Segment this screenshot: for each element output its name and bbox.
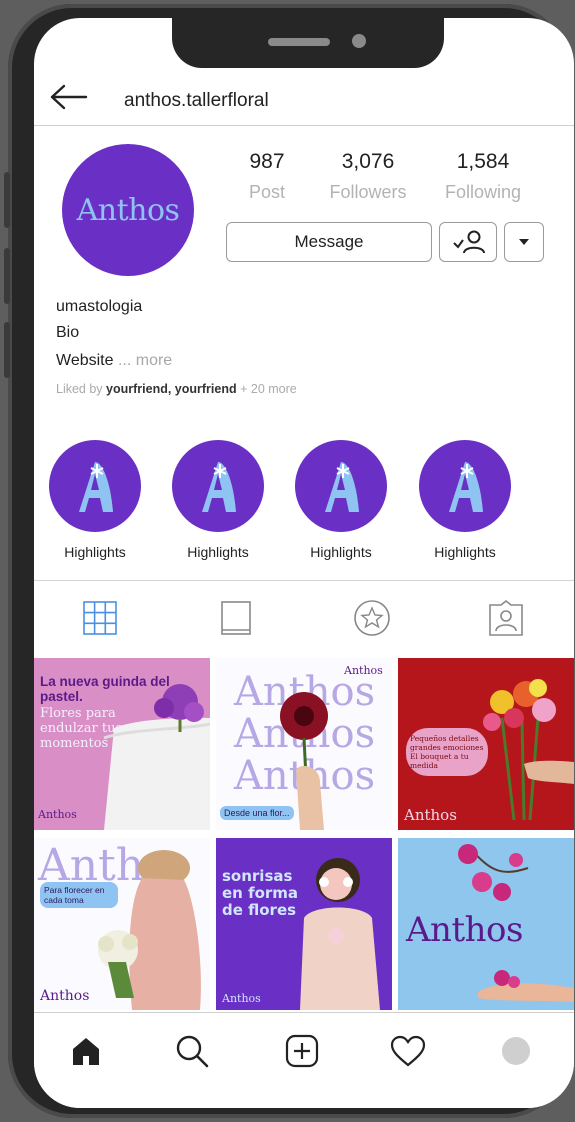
follow-status-button[interactable]	[439, 222, 497, 262]
tab-tagged[interactable]	[486, 598, 526, 638]
highlight-item[interactable]: Highlights	[286, 440, 396, 560]
profile-icon	[502, 1037, 530, 1065]
anthos-logo-icon	[449, 462, 483, 512]
post-tile[interactable]: La nueva guinda del pastel. Flores para …	[34, 658, 210, 830]
stat-following[interactable]: 1,584 Following	[428, 150, 538, 203]
section-divider	[34, 580, 574, 581]
side-button	[4, 172, 10, 228]
stat-value: 987	[249, 150, 285, 173]
liked-by-row: Liked by yourfriend, yourfriend + 20 mor…	[56, 382, 297, 396]
flower-in-hand-illustration	[280, 692, 328, 830]
stat-posts[interactable]: 987 Post	[212, 150, 322, 203]
liked-users[interactable]: yourfriend, yourfriend	[106, 382, 237, 396]
highlight-label: Highlights	[434, 544, 496, 560]
speaker	[268, 38, 330, 46]
stat-label: Followers	[329, 182, 407, 202]
stat-followers[interactable]: 3,076 Followers	[313, 150, 423, 203]
side-button	[4, 248, 10, 304]
heart-icon	[390, 1035, 426, 1067]
smiling-woman-illustration	[300, 858, 380, 1010]
nav-create[interactable]	[282, 1031, 322, 1071]
highlight-circle	[295, 440, 387, 532]
tagged-icon	[489, 599, 523, 636]
nav-profile[interactable]	[496, 1031, 536, 1071]
tab-grid[interactable]	[80, 598, 120, 638]
highlight-label: Highlights	[64, 544, 126, 560]
tab-favorites[interactable]	[352, 598, 392, 638]
grid-icon	[83, 601, 117, 635]
post-caption: Desde una flor...	[220, 806, 294, 820]
post-tile[interactable]: Anthos	[398, 838, 574, 1010]
stat-label: Following	[444, 182, 522, 202]
highlight-item[interactable]: Highlights	[163, 440, 273, 560]
home-icon	[73, 1038, 99, 1065]
post-brand: Anthos	[40, 988, 90, 1004]
post-caption: Pequeños detalles grandes emociones El b…	[406, 728, 488, 776]
chevron-down-icon	[519, 239, 529, 245]
phone-frame: anthos.tallerfloral Anthos 987 Post 3,07…	[4, 4, 574, 1118]
highlight-item[interactable]: Highlights	[410, 440, 520, 560]
nav-home[interactable]	[66, 1031, 106, 1071]
tab-reels[interactable]	[216, 598, 256, 638]
camera	[352, 34, 366, 48]
notch	[172, 18, 444, 68]
woman-with-flowers-illustration	[98, 850, 201, 1010]
website-link[interactable]: Website	[56, 352, 114, 369]
highlight-circle	[172, 440, 264, 532]
side-button	[4, 322, 10, 378]
post-headline: La nueva guinda del pastel.	[40, 674, 170, 704]
anthos-logo-icon	[202, 462, 236, 512]
profile-avatar[interactable]: Anthos	[62, 144, 194, 276]
profile-bio: Bio	[56, 324, 80, 341]
nav-search[interactable]	[172, 1031, 212, 1071]
stat-label: Post	[248, 182, 286, 202]
followed-user-icon	[453, 230, 485, 254]
post-brand: Anthos	[406, 910, 523, 950]
reels-icon	[221, 601, 251, 635]
back-arrow-icon[interactable]	[48, 82, 88, 112]
post-brand: Anthos	[222, 992, 261, 1005]
post-tile[interactable]: Anth Para florecer en cada toma Anthos	[34, 838, 210, 1010]
anthos-logo-icon	[325, 462, 359, 512]
highlight-label: Highlights	[310, 544, 372, 560]
highlight-circle	[419, 440, 511, 532]
star-icon	[354, 600, 390, 636]
stat-value: 3,076	[341, 150, 395, 173]
post-brand: Anthos	[38, 808, 77, 821]
post-caption: sonrisas en forma de flores	[222, 867, 299, 919]
post-tile[interactable]: Pequeños detalles grandes emociones El b…	[398, 658, 574, 830]
search-icon	[176, 1035, 209, 1068]
avatar-brand-text: Anthos	[76, 192, 180, 228]
suggestions-dropdown-button[interactable]	[504, 222, 544, 262]
profile-username: umastologia	[56, 298, 143, 315]
anthos-logo-icon	[79, 462, 113, 512]
highlight-label: Highlights	[187, 544, 249, 560]
nav-activity[interactable]	[388, 1031, 428, 1071]
bottom-navigation	[34, 1012, 574, 1108]
post-tile[interactable]: sonrisas en forma de flores Anthos	[216, 838, 392, 1010]
screen: anthos.tallerfloral Anthos 987 Post 3,07…	[34, 18, 574, 1108]
highlight-item[interactable]: Highlights	[40, 440, 150, 560]
post-subtitle: Flores para endulzar tus momentos	[40, 706, 123, 751]
post-caption: Para florecer en cada toma	[40, 882, 118, 908]
add-icon	[285, 1034, 319, 1068]
post-brand: Anthos	[404, 806, 457, 824]
message-button[interactable]: Message	[226, 222, 432, 262]
liked-prefix: Liked by	[56, 382, 103, 396]
more-link[interactable]: ... more	[118, 352, 172, 369]
top-bar: anthos.tallerfloral	[34, 68, 574, 126]
liked-suffix[interactable]: + 20 more	[240, 382, 297, 396]
post-tile[interactable]: Anthos Anthos Anthos Anthos Desde una fl…	[216, 658, 392, 830]
profile-handle: anthos.tallerfloral	[124, 90, 269, 111]
profile-website-row: Website ... more	[56, 352, 172, 370]
stat-value: 1,584	[456, 150, 510, 173]
highlight-circle	[49, 440, 141, 532]
